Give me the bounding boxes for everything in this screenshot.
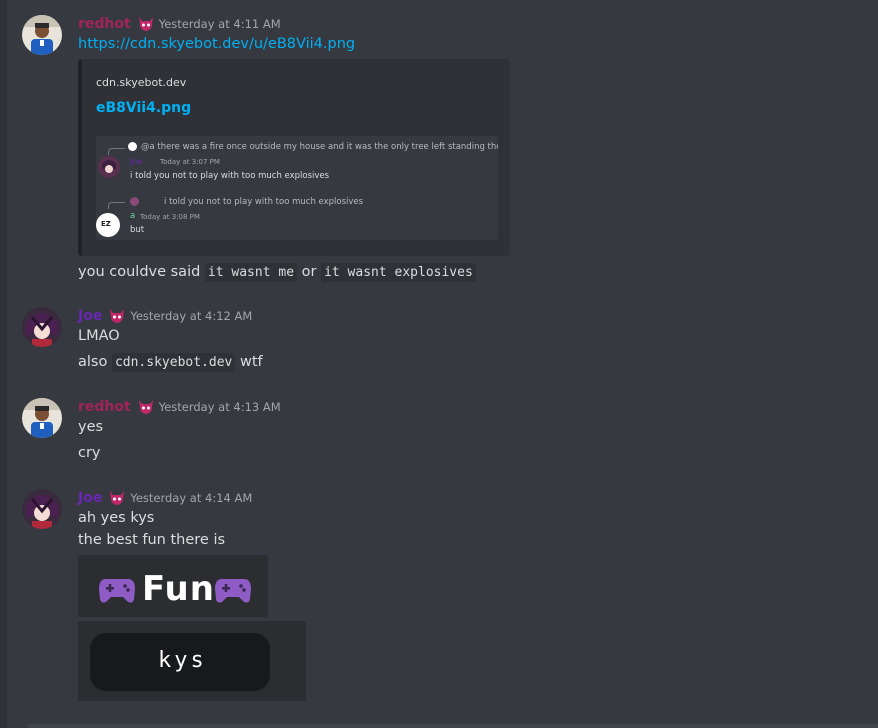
username[interactable]: redhot bbox=[78, 399, 131, 415]
demon-role-icon bbox=[110, 491, 125, 505]
embed-timestamp: Today at 3:08 PM bbox=[140, 213, 200, 221]
message-text: yes bbox=[78, 419, 104, 435]
gamepad-icon bbox=[215, 579, 251, 603]
embed-title[interactable]: eB8Vii4.png bbox=[96, 100, 191, 116]
avatar[interactable] bbox=[22, 15, 62, 55]
text-segment: you couldve said bbox=[78, 264, 205, 280]
timestamp: Yesterday at 4:14 AM bbox=[130, 491, 253, 505]
reply-preview-text: i told you not to play with too much exp… bbox=[164, 197, 364, 207]
message-input-edge[interactable] bbox=[28, 724, 878, 728]
message-text: also cdn.skyebot.dev wtf bbox=[78, 353, 263, 372]
avatar[interactable] bbox=[22, 398, 62, 438]
inline-code: it wasnt me bbox=[204, 263, 298, 282]
reply-preview-text: @a there was a fire once outside my hous… bbox=[141, 142, 498, 152]
timestamp: Yesterday at 4:12 AM bbox=[130, 309, 253, 323]
fun-label: Fun bbox=[142, 569, 215, 609]
inline-code: cdn.skyebot.dev bbox=[111, 353, 236, 372]
message-header: redhot Yesterday at 4:11 AM bbox=[78, 14, 281, 34]
text-segment: or bbox=[297, 264, 322, 280]
embed-timestamp: Today at 3:07 PM bbox=[160, 158, 220, 166]
demon-role-icon bbox=[110, 309, 125, 323]
kys-pill: kys bbox=[90, 633, 270, 691]
username[interactable]: Joe bbox=[78, 490, 102, 506]
image-link[interactable]: https://cdn.skyebot.dev/u/eB8Vii4.png bbox=[78, 36, 355, 52]
reply-avatar-icon bbox=[128, 142, 137, 151]
reply-spine bbox=[108, 148, 125, 155]
gamepad-icon bbox=[99, 579, 135, 603]
timestamp: Yesterday at 4:11 AM bbox=[158, 17, 281, 31]
inline-code: it wasnt explosives bbox=[321, 263, 476, 282]
fun-image[interactable]: Fun bbox=[78, 555, 268, 617]
message-text: the best fun there is bbox=[78, 532, 226, 548]
message-text: ah yes kys bbox=[78, 510, 155, 526]
embed-username: a bbox=[130, 211, 136, 221]
avatar[interactable] bbox=[22, 489, 62, 529]
joe-avatar-small bbox=[98, 156, 120, 178]
message-text: cry bbox=[78, 445, 101, 461]
embed-image[interactable]: @a there was a fire once outside my hous… bbox=[96, 136, 498, 240]
username[interactable]: Joe bbox=[78, 308, 102, 324]
kys-label: kys bbox=[158, 648, 207, 673]
message-header: redhot Yesterday at 4:13 AM bbox=[78, 397, 281, 417]
message-header: Joe Yesterday at 4:14 AM bbox=[78, 488, 252, 508]
text-segment: also bbox=[78, 354, 112, 370]
embed-provider: cdn.skyebot.dev bbox=[96, 76, 187, 89]
message-link[interactable]: https://cdn.skyebot.dev/u/eB8Vii4.png bbox=[78, 36, 355, 52]
embed-message-text: i told you not to play with too much exp… bbox=[130, 171, 330, 181]
text-segment: wtf bbox=[235, 354, 263, 370]
message-text: you couldve said it wasnt me or it wasnt… bbox=[78, 263, 476, 282]
reply-spine bbox=[108, 202, 125, 209]
demon-role-icon bbox=[138, 400, 153, 414]
timestamp: Yesterday at 4:13 AM bbox=[158, 400, 281, 414]
avatar[interactable] bbox=[22, 307, 62, 347]
left-gutter bbox=[0, 0, 7, 728]
ez-avatar-label: EZ bbox=[101, 220, 111, 228]
link-embed: cdn.skyebot.dev eB8Vii4.png @a there was… bbox=[78, 59, 510, 256]
message-text: LMAO bbox=[78, 328, 120, 344]
embed-username: Joe bbox=[130, 157, 143, 166]
username[interactable]: redhot bbox=[78, 16, 131, 32]
kys-image[interactable]: kys bbox=[78, 621, 306, 701]
demon-role-icon bbox=[138, 17, 153, 31]
embed-message-text: but bbox=[130, 225, 145, 235]
reply-avatar-icon bbox=[130, 197, 139, 206]
message-header: Joe Yesterday at 4:12 AM bbox=[78, 306, 252, 326]
